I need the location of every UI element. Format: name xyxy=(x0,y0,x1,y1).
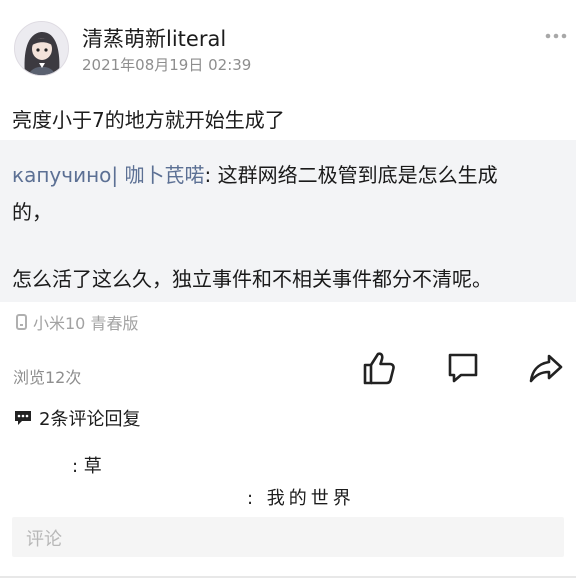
comment-icon[interactable] xyxy=(445,350,481,386)
quote-author[interactable]: капучино| 咖卜芪喏 xyxy=(12,163,204,187)
comment-reply[interactable]: : 我的世界 xyxy=(247,484,355,510)
quote-separator: : xyxy=(204,163,218,187)
phone-icon xyxy=(16,314,27,330)
post-header: 清蒸萌新literal 2021年08月19日 02:39 xyxy=(0,0,576,86)
quote-first-line: капучино| 咖卜芪喏: 这群网络二极管到底是怎么生成 xyxy=(12,159,498,188)
comment-input[interactable]: 评论 xyxy=(12,517,564,557)
author-name[interactable]: 清蒸萌新literal xyxy=(82,23,226,53)
comments-header: 2条评论回复 xyxy=(14,406,140,430)
comment-reply[interactable]: : 草 xyxy=(72,452,102,478)
share-icon[interactable] xyxy=(528,350,564,386)
author-avatar[interactable] xyxy=(14,21,69,76)
device-info: 小米10 青春版 xyxy=(16,311,138,333)
thumbs-up-icon[interactable] xyxy=(361,350,397,386)
post-text: 亮度小于7的地方就开始生成了 xyxy=(12,108,285,132)
device-label: 小米10 青春版 xyxy=(33,314,139,333)
avatar-image xyxy=(15,22,68,75)
comments-title[interactable]: 2条评论回复 xyxy=(39,405,140,431)
comment-bubble-icon xyxy=(15,411,31,425)
more-dots-icon[interactable] xyxy=(545,32,567,40)
quote-text-line1: 这群网络二极管到底是怎么生成 xyxy=(217,163,498,187)
quote-text-line3: 怎么活了这么久，独立事件和不相关事件都分不清呢。 xyxy=(12,267,492,291)
quote-text-line2: 的， xyxy=(12,200,52,224)
post-timestamp: 2021年08月19日 02:39 xyxy=(82,56,252,74)
quoted-post[interactable]: капучино| 咖卜芪喏: 这群网络二极管到底是怎么生成 的， 怎么活了这么… xyxy=(0,140,576,302)
view-count: 浏览12次 xyxy=(13,368,82,387)
